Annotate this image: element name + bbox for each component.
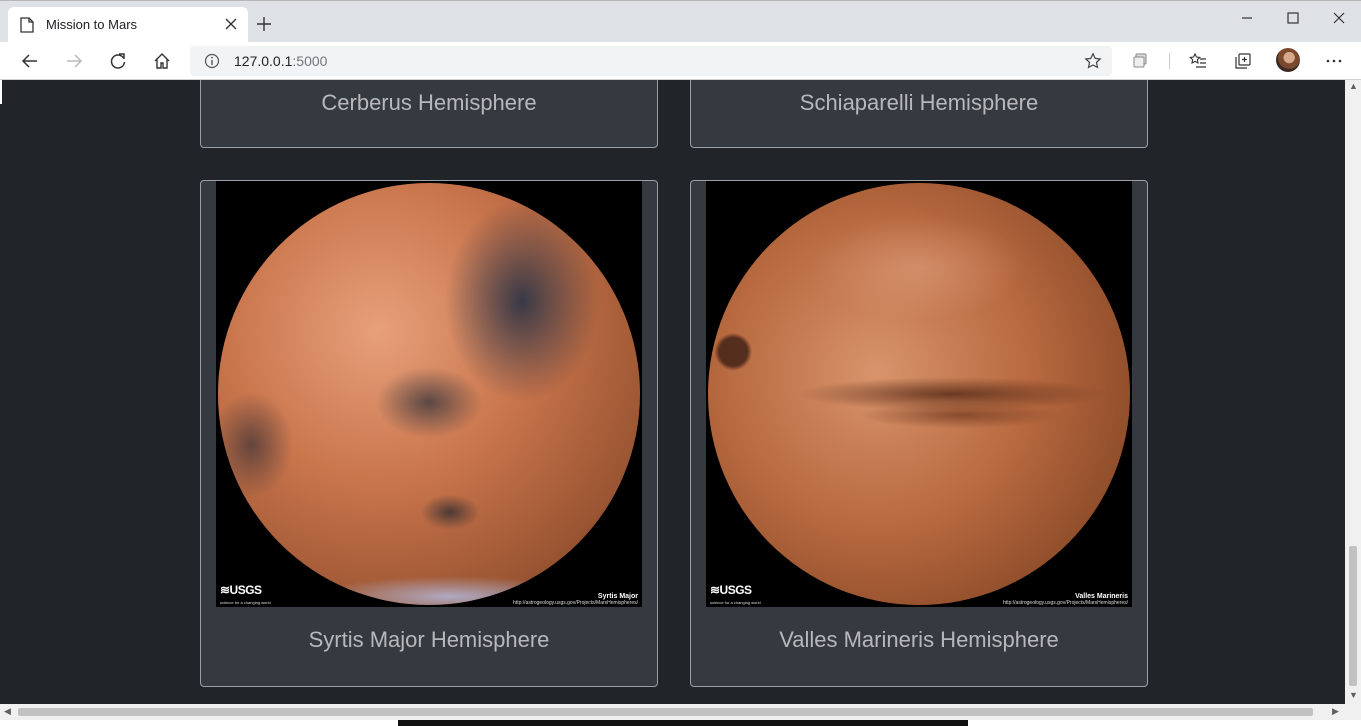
hemisphere-image[interactable]: ≋USGS science for a changing world Valle… (706, 181, 1132, 607)
toolbar-divider (1169, 53, 1170, 69)
address-bar[interactable]: 127.0.0.1:5000 (190, 46, 1112, 76)
collections-add-icon[interactable] (1234, 52, 1252, 70)
map-url-label: http://astrogeology.usgs.gov/Projects/Ma… (1003, 600, 1128, 606)
scroll-right-arrow-icon[interactable]: ▶ (1332, 706, 1339, 717)
browser-tab[interactable]: Mission to Mars (8, 7, 248, 43)
map-url-label: http://astrogeology.usgs.gov/Projects/Ma… (513, 600, 638, 606)
scroll-left-arrow-icon[interactable]: ◀ (4, 706, 11, 717)
vertical-scrollbar[interactable]: ▲ ▼ (1345, 80, 1361, 704)
hemisphere-title: Valles Marineris Hemisphere (779, 627, 1059, 652)
maximize-icon[interactable] (1285, 10, 1301, 26)
hemisphere-card-schiaparelli: Schiaparelli Hemisphere (690, 80, 1148, 148)
hemisphere-title: Cerberus Hemisphere (321, 90, 537, 115)
close-tab-icon[interactable] (224, 17, 238, 31)
horizontal-scroll-thumb[interactable] (18, 708, 1313, 716)
hemisphere-image[interactable]: ≋USGS science for a changing world Syrti… (216, 181, 642, 607)
taskbar-strip (0, 720, 1361, 726)
page-viewport: Cerberus Hemisphere Schiaparelli Hemisph… (0, 80, 1345, 704)
mars-valles-marineris-image (708, 183, 1130, 605)
info-icon[interactable] (204, 53, 220, 69)
map-name-label: Valles Marineris (1075, 593, 1128, 600)
home-icon[interactable] (153, 52, 171, 70)
hemisphere-card-syrtis-major: ≋USGS science for a changing world Syrti… (200, 180, 658, 687)
forward-arrow-icon[interactable] (65, 52, 83, 70)
scrollbar-corner (1345, 704, 1361, 720)
usgs-logo: ≋USGS (710, 583, 752, 597)
tab-strip: Mission to Mars (0, 0, 1361, 43)
favorites-icon[interactable] (1189, 52, 1207, 70)
back-arrow-icon[interactable] (21, 52, 39, 70)
browser-toolbar: 127.0.0.1:5000 (0, 42, 1361, 80)
hemisphere-title: Schiaparelli Hemisphere (799, 90, 1039, 115)
usgs-tagline: science for a changing world (220, 600, 271, 605)
profile-avatar[interactable] (1276, 48, 1300, 72)
taskbar-segment (398, 720, 968, 726)
vertical-scroll-thumb[interactable] (1349, 546, 1357, 686)
more-options-icon[interactable] (1325, 52, 1343, 70)
map-name-label: Syrtis Major (597, 593, 638, 600)
scroll-up-arrow-icon[interactable]: ▲ (1349, 81, 1358, 91)
favorite-star-icon[interactable] (1084, 52, 1102, 70)
hemisphere-card-valles-marineris: ≋USGS science for a changing world Valle… (690, 180, 1148, 687)
page-icon (20, 17, 34, 33)
mars-syrtis-major-image (218, 183, 640, 605)
new-tab-icon[interactable] (256, 16, 272, 32)
scroll-down-arrow-icon[interactable]: ▼ (1349, 690, 1358, 700)
usgs-logo: ≋USGS (220, 583, 262, 597)
refresh-icon[interactable] (109, 52, 127, 70)
tab-title: Mission to Mars (46, 17, 138, 32)
horizontal-scrollbar[interactable]: ◀ ▶ (0, 704, 1345, 720)
minimize-icon[interactable] (1239, 10, 1255, 26)
hemisphere-card-cerberus: Cerberus Hemisphere (200, 80, 658, 148)
collections-icon[interactable] (1132, 52, 1150, 70)
url-port: :5000 (292, 53, 328, 69)
page-edge (0, 80, 2, 104)
usgs-tagline: science for a changing world (710, 600, 761, 605)
hemisphere-title: Syrtis Major Hemisphere (308, 627, 550, 652)
url-text[interactable]: 127.0.0.1:5000 (234, 53, 327, 69)
close-window-icon[interactable] (1331, 10, 1347, 26)
url-host: 127.0.0.1 (234, 53, 293, 69)
